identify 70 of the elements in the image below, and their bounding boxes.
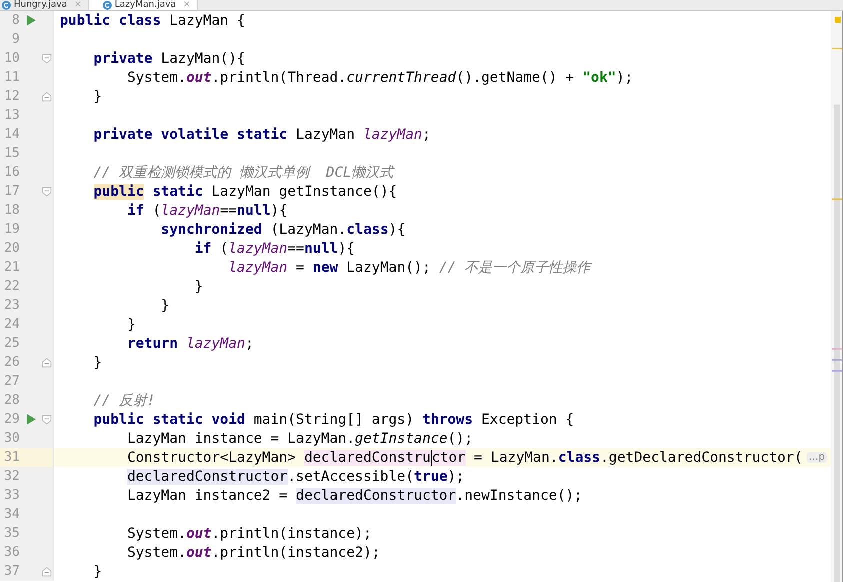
line-number: 14 — [3, 127, 20, 142]
code-line: private volatile static LazyMan lazyMan; — [92, 126, 431, 142]
code-line: if (lazyMan==null){ — [126, 202, 288, 218]
line-number: 11 — [3, 70, 20, 85]
line-number: 31 — [3, 450, 20, 465]
code-line: System.out.println(Thread.currentThread().getName() + "ok"); — [126, 70, 634, 86]
code-line: public static void main(String[] args) throws Exception { — [92, 412, 574, 428]
code-line: } — [194, 278, 204, 294]
line-number: 25 — [3, 336, 20, 351]
fold-marker-icon[interactable] — [42, 54, 52, 64]
code-line: } — [92, 354, 102, 370]
editor-tab[interactable]: Hungry.java × — [0, 0, 89, 10]
line-number: 8 — [11, 13, 20, 28]
fold-marker-icon[interactable] — [42, 358, 52, 368]
line-number: 35 — [3, 526, 20, 541]
run-icon[interactable] — [26, 414, 36, 425]
line-number: 12 — [3, 89, 20, 104]
line-number: 26 — [3, 355, 20, 370]
class-file-icon — [2, 0, 11, 10]
line-number: 13 — [3, 108, 20, 123]
close-tab-button[interactable]: × — [183, 0, 191, 10]
code-line: // 双重检测锁模式的 懒汉式单例 DCL懒汉式 — [92, 164, 394, 182]
line-number: 36 — [3, 545, 20, 560]
line-number: 28 — [3, 393, 20, 408]
code-line: synchronized (LazyMan.class){ — [160, 222, 406, 238]
code-line: Constructor<LazyMan> declaredConstru ctor = LazyMan.class.getDeclaredConstructor( — [126, 450, 803, 466]
run-icon[interactable] — [26, 15, 36, 26]
line-number: 30 — [3, 431, 20, 446]
line-number: 37 — [3, 564, 20, 579]
editor-tab[interactable]: LazyMan.java × — [88, 0, 198, 10]
code-line: LazyMan instance2 = declaredConstructor.newInstance(); — [126, 488, 583, 504]
line-number: 32 — [3, 469, 20, 484]
line-number: 19 — [3, 222, 20, 237]
line-number: 34 — [3, 507, 20, 522]
inlay-hint[interactable]: …p — [806, 452, 828, 463]
code-line: if (lazyMan==null){ — [194, 240, 356, 256]
scrollbar-drawing[interactable] — [831, 11, 843, 582]
close-tab-button[interactable]: × — [74, 0, 82, 10]
line-number: 15 — [3, 146, 20, 161]
line-number: 10 — [3, 51, 20, 66]
code-line: } — [92, 88, 102, 104]
code-line: LazyMan instance = LazyMan.getInstance(); — [126, 430, 474, 446]
line-number: 9 — [11, 32, 20, 47]
code-line: public static LazyMan getInstance(){ — [92, 184, 398, 200]
code-line: System.out.println(instance2); — [126, 544, 380, 560]
line-number: 27 — [3, 374, 20, 389]
fold-marker-icon[interactable] — [42, 566, 52, 576]
line-number: 18 — [3, 203, 20, 218]
fold-marker-icon[interactable] — [42, 92, 52, 102]
code-line: lazyMan = new LazyMan(); // 不是一个原子性操作 — [228, 258, 591, 276]
code-line: declaredConstructor.setAccessible(true); — [126, 468, 465, 484]
code-line: System.out.println(instance); — [126, 526, 372, 542]
line-number: 21 — [3, 260, 20, 275]
code-line: } — [160, 298, 170, 314]
code-line: } — [92, 564, 102, 580]
code-line: private LazyMan(){ — [92, 50, 246, 66]
line-number: 20 — [3, 241, 20, 256]
code-line: public class LazyMan { — [60, 12, 246, 28]
line-number: 29 — [3, 412, 20, 427]
fold-marker-icon[interactable] — [42, 186, 52, 196]
line-number: 22 — [3, 279, 20, 294]
code-line: // 反射! — [92, 392, 156, 410]
code-line: } — [126, 316, 136, 332]
fold-marker-icon[interactable] — [42, 414, 52, 424]
line-number: 23 — [3, 298, 20, 313]
line-number: 33 — [3, 488, 20, 503]
line-number: 24 — [3, 317, 20, 332]
line-number: 16 — [3, 165, 20, 180]
line-number: 17 — [3, 184, 20, 199]
code-line: return lazyMan; — [126, 336, 254, 352]
